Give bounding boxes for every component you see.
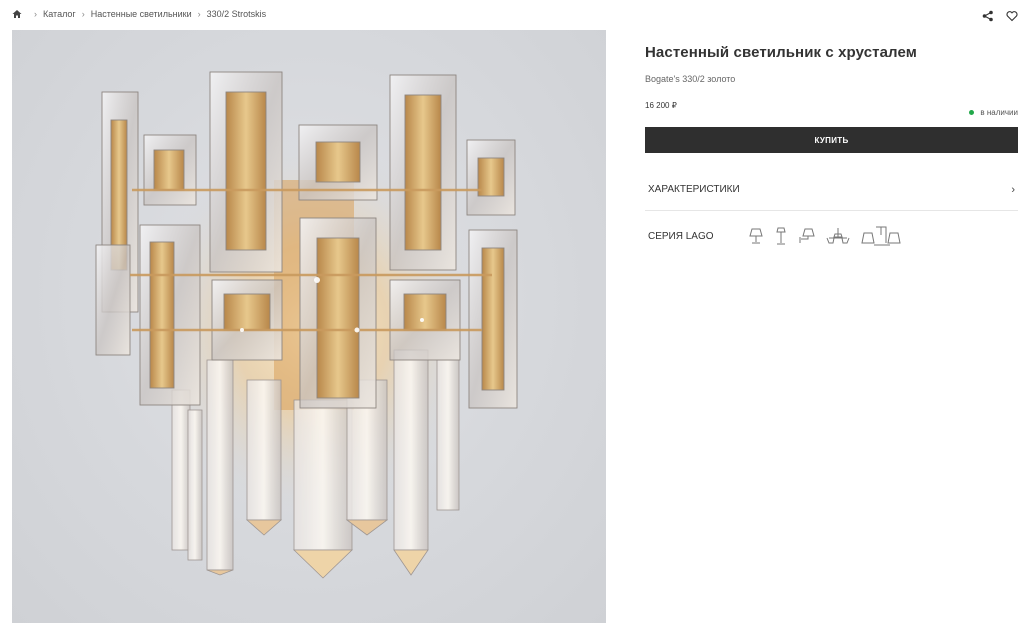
stock-status: в наличии (969, 108, 1018, 117)
breadcrumb-separator: › (81, 9, 85, 19)
table-lamp-icon[interactable] (748, 227, 764, 245)
series-label: СЕРИЯ LAGO (648, 230, 714, 242)
stock-label: в наличии (980, 108, 1018, 117)
lamp-set-icon[interactable] (860, 225, 904, 247)
breadcrumb-current: 330/2 Strotskis (206, 9, 267, 19)
buy-button[interactable]: КУПИТЬ (645, 127, 1018, 153)
share-icon[interactable] (982, 10, 994, 22)
crystal-sconce-illustration (95, 71, 518, 579)
specs-accordion[interactable]: ХАРАКТЕРИСТИКИ › (645, 169, 1018, 211)
product-image[interactable] (12, 30, 606, 623)
series-icons (748, 225, 904, 247)
breadcrumb-wall-lamps[interactable]: Настенные светильники (91, 9, 192, 19)
specs-label: ХАРАКТЕРИСТИКИ (648, 184, 740, 195)
chandelier-icon[interactable] (826, 227, 850, 245)
product-model: Bogate's 330/2 золото (645, 74, 736, 84)
chevron-right-icon: › (1011, 183, 1015, 196)
heart-icon[interactable] (1006, 10, 1018, 22)
wall-sconce-icon[interactable] (798, 227, 816, 245)
floor-lamp-icon[interactable] (774, 227, 788, 245)
breadcrumb-catalog[interactable]: Каталог (43, 9, 76, 19)
breadcrumb-separator: › (197, 9, 201, 19)
product-actions (982, 10, 1018, 22)
breadcrumb: › Каталог › Настенные светильники › 330/… (12, 7, 266, 21)
product-info: Настенный светильник с хрусталем Bogate'… (645, 44, 1018, 261)
in-stock-dot-icon (969, 110, 975, 115)
product-price: 16 200 ₽ (645, 101, 677, 110)
breadcrumb-separator: › (34, 9, 37, 19)
series-row: СЕРИЯ LAGO (645, 211, 1018, 261)
product-title: Настенный светильник с хрусталем (645, 44, 917, 61)
price-row: 16 200 ₽ в наличии (645, 101, 1018, 123)
home-icon[interactable] (12, 9, 22, 19)
